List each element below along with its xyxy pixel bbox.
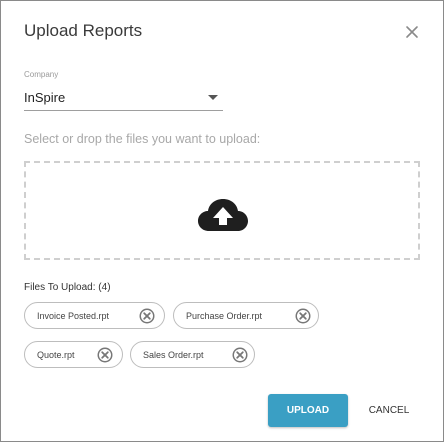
cloud-upload-icon — [198, 199, 248, 231]
remove-circle-icon[interactable] — [97, 347, 113, 363]
company-select[interactable]: InSpire — [24, 86, 223, 111]
file-chip: Quote.rpt — [24, 341, 123, 368]
file-chip: Sales Order.rpt — [130, 341, 255, 368]
file-chip: Invoice Posted.rpt — [24, 302, 165, 329]
files-to-upload-header: Files To Upload: (4) — [24, 282, 111, 293]
file-chip: Purchase Order.rpt — [173, 302, 319, 329]
chevron-down-icon — [208, 95, 218, 100]
file-chip-label: Purchase Order.rpt — [186, 311, 263, 321]
dropzone-instructions: Select or drop the files you want to upl… — [24, 132, 261, 146]
company-selected-value: InSpire — [24, 90, 66, 105]
remove-circle-icon[interactable] — [139, 308, 155, 324]
file-chip-label: Quote.rpt — [37, 350, 75, 360]
dialog-title: Upload Reports — [24, 21, 143, 40]
file-chip-label: Invoice Posted.rpt — [37, 311, 110, 321]
company-label: Company — [24, 70, 59, 79]
upload-button[interactable]: UPLOAD — [268, 394, 348, 427]
close-icon[interactable] — [403, 23, 421, 41]
upload-reports-dialog: Upload Reports Company InSpire Select or… — [0, 0, 444, 442]
remove-circle-icon[interactable] — [232, 347, 248, 363]
file-chip-label: Sales Order.rpt — [143, 350, 204, 360]
remove-circle-icon[interactable] — [295, 308, 311, 324]
file-dropzone[interactable] — [24, 161, 420, 260]
cancel-button[interactable]: CANCEL — [356, 394, 422, 427]
